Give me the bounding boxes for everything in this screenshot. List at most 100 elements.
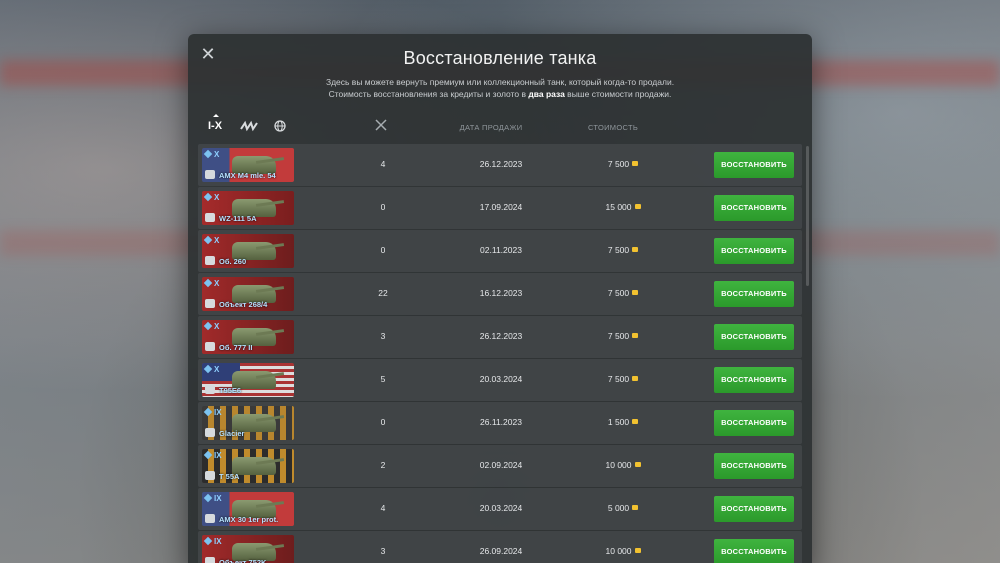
tank-name: T 55A [219, 472, 240, 481]
tank-name: Об. 777 II [219, 343, 253, 352]
restore-button[interactable]: ВОССТАНОВИТЬ [714, 453, 794, 479]
restore-cost: 10 000 [573, 460, 673, 470]
restore-button[interactable]: ВОССТАНОВИТЬ [714, 281, 794, 307]
globe-icon[interactable] [274, 120, 286, 135]
column-header-date[interactable]: ДАТА ПРОДАЖИ [441, 123, 541, 132]
cost-value: 7 500 [607, 288, 630, 298]
tier-badge: X [203, 321, 220, 331]
tank-class-icon [203, 321, 213, 331]
sale-date: 20.03.2024 [479, 503, 523, 513]
tank-class-icon [203, 536, 213, 546]
gold-icon [632, 505, 639, 510]
tank-class-icon [203, 364, 213, 374]
cost-value: 15 000 [605, 202, 632, 212]
subtitle-emphasis: два раза [528, 89, 565, 99]
subtitle-text: Стоимость восстановления за кредиты и зо… [328, 89, 529, 99]
tank-thumbnail: X T95E6 [202, 363, 294, 397]
tank-thumbnail: X Объект 268/4 [202, 277, 294, 311]
table-row: X WZ-111 5A 0 17.09.2024 15 000 ВОССТАНО… [198, 187, 802, 229]
tier-label: IX [214, 537, 222, 546]
restore-button[interactable]: ВОССТАНОВИТЬ [714, 539, 794, 563]
scrollbar[interactable] [806, 146, 809, 286]
battles-count: 0 [380, 417, 386, 427]
restore-button[interactable]: ВОССТАНОВИТЬ [714, 152, 794, 178]
battles-count: 3 [380, 546, 386, 556]
gold-icon [632, 247, 639, 252]
cost-value: 10 000 [605, 546, 632, 556]
tank-thumbnail: IX T 55A [202, 449, 294, 483]
tank-thumbnail: IX AMX 30 1er prot. [202, 492, 294, 526]
tank-name: Объект 752K [219, 558, 267, 563]
tier-badge: IX [203, 536, 222, 546]
restore-tank-dialog: ✕ Восстановление танка Здесь вы можете в… [188, 34, 812, 563]
battles-count: 0 [380, 202, 386, 212]
tier-label: X [214, 236, 220, 245]
cost-value: 10 000 [605, 460, 632, 470]
tier-label: IX [214, 494, 222, 503]
tier-label: X [214, 322, 220, 331]
vehicle-type-icon [205, 514, 215, 523]
table-row: X Об. 777 II 3 26.12.2023 7 500 ВОССТАНО… [198, 316, 802, 358]
cost-value: 7 500 [607, 374, 630, 384]
table-row: X T95E6 5 20.03.2024 7 500 ВОССТАНОВИТЬ [198, 359, 802, 401]
gold-icon [632, 376, 639, 381]
tank-thumbnail: X AMX M4 mle. 54 [202, 148, 294, 182]
gold-icon [634, 462, 641, 467]
table-header: I-X ДАТА ПРОДАЖИ СТОИМОСТЬ [188, 114, 812, 138]
cost-value: 7 500 [607, 331, 630, 341]
gold-icon [634, 204, 641, 209]
restore-button[interactable]: ВОССТАНОВИТЬ [714, 195, 794, 221]
restore-cost: 5 000 [573, 503, 673, 513]
battles-count: 4 [380, 503, 386, 513]
table-row: X Объект 268/4 22 16.12.2023 7 500 ВОССТ… [198, 273, 802, 315]
tank-thumbnail: X Об. 777 II [202, 320, 294, 354]
battles-count: 4 [380, 159, 386, 169]
tank-thumbnail: X Об. 260 [202, 234, 294, 268]
gold-icon [632, 290, 639, 295]
tank-class-icon [203, 235, 213, 245]
gold-icon [632, 333, 639, 338]
tier-badge: X [203, 364, 219, 374]
tier-badge: IX [203, 493, 222, 503]
restore-button[interactable]: ВОССТАНОВИТЬ [714, 496, 794, 522]
vehicle-type-icon [205, 256, 215, 265]
table-row: IX AMX 30 1er prot. 4 20.03.2024 5 000 В… [198, 488, 802, 530]
vehicle-type-icon [205, 471, 215, 480]
restore-button[interactable]: ВОССТАНОВИТЬ [714, 238, 794, 264]
tier-badge: X [203, 149, 219, 159]
tank-name: Glacier [219, 429, 245, 438]
tank-class-icon [203, 192, 213, 202]
tank-class-icon [203, 450, 213, 460]
tank-thumbnail: X WZ-111 5A [202, 191, 294, 225]
tier-label: X [214, 193, 220, 202]
tank-name: T95E6 [219, 386, 242, 395]
restore-button[interactable]: ВОССТАНОВИТЬ [714, 324, 794, 350]
tank-name: AMX M4 mle. 54 [219, 171, 276, 180]
cost-value: 7 500 [607, 159, 630, 169]
column-header-cost[interactable]: СТОИМОСТЬ [563, 123, 663, 132]
sale-date: 02.11.2023 [480, 245, 522, 255]
restore-button[interactable]: ВОССТАНОВИТЬ [714, 367, 794, 393]
restore-cost: 7 500 [573, 374, 673, 384]
restore-button[interactable]: ВОССТАНОВИТЬ [714, 410, 794, 436]
restore-cost: 10 000 [573, 546, 673, 556]
table-row: X AMX M4 mle. 54 4 26.12.2023 7 500 ВОСС… [198, 144, 802, 186]
table-row: IX T 55A 2 02.09.2024 10 000 ВОССТАНОВИТ… [198, 445, 802, 487]
tank-class-icon [203, 278, 213, 288]
tier-filter-button[interactable]: I-X [208, 114, 222, 132]
battles-count: 0 [380, 245, 386, 255]
sale-date: 16.12.2023 [479, 288, 523, 298]
tank-thumbnail: IX Объект 752K [202, 535, 294, 563]
battles-count: 3 [380, 331, 386, 341]
gold-icon [634, 548, 641, 553]
tank-thumbnail: IX Glacier [202, 406, 294, 440]
tank-type-filter-icon[interactable] [240, 120, 258, 135]
cost-value: 5 000 [607, 503, 630, 513]
tier-label: IX [214, 451, 222, 460]
vehicle-type-icon [205, 299, 215, 308]
vehicle-type-icon [205, 557, 215, 563]
vehicle-type-icon [205, 213, 215, 222]
subtitle-text: выше стоимости продажи. [564, 89, 672, 99]
tank-class-icon [203, 407, 213, 417]
table-row: X Об. 260 0 02.11.2023 7 500 ВОССТАНОВИТ… [198, 230, 802, 272]
